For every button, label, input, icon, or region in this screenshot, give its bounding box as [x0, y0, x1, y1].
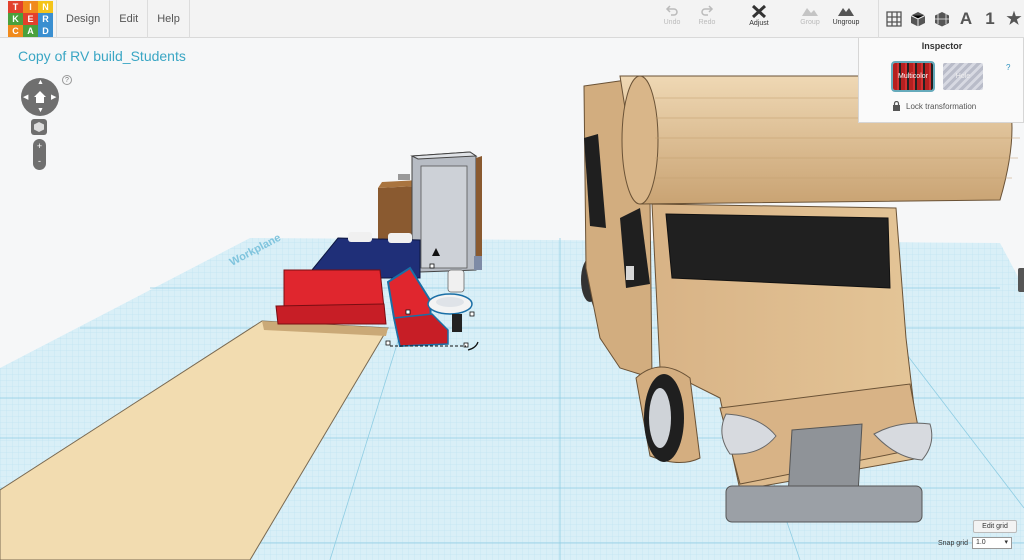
number-shape-icon[interactable]: 1 — [981, 9, 999, 28]
top-toolbar: TINKERCAD Design Edit Help Undo Redo Adj… — [0, 0, 1024, 38]
tinkercad-logo[interactable]: TIN KER CAD — [8, 1, 53, 37]
orbit-control[interactable]: ▲ ▼ ◀ ▶ — [21, 78, 59, 116]
lock-transformation-toggle[interactable]: Lock transformation — [892, 101, 976, 111]
menu-help[interactable]: Help — [148, 0, 190, 38]
inspector-help-icon[interactable]: ? — [1006, 63, 1010, 72]
orbit-right-icon[interactable]: ▶ — [51, 93, 56, 101]
undo-label: Undo — [663, 19, 681, 26]
ungroup-icon — [838, 8, 854, 16]
group-button[interactable]: Group — [790, 4, 830, 26]
logo-letter: N — [38, 1, 53, 13]
zoom-in-icon[interactable]: + — [33, 139, 46, 154]
hole-swatch[interactable]: Hole — [943, 63, 983, 90]
undo-icon — [665, 5, 678, 16]
lock-icon — [893, 101, 900, 111]
group-icon — [802, 8, 818, 16]
solid-color-swatch[interactable]: Multicolor — [891, 61, 935, 92]
edit-grid-button[interactable]: Edit grid — [973, 520, 1017, 533]
logo-letter: T — [8, 1, 23, 13]
orbit-down-icon[interactable]: ▼ — [37, 107, 44, 114]
fridge-cabinet[interactable] — [410, 151, 482, 273]
zoom-out-icon[interactable]: - — [33, 154, 46, 169]
logo-letter: C — [8, 25, 23, 37]
snap-grid-select[interactable]: 1.0 — [971, 537, 1012, 549]
help-icon[interactable]: ? — [62, 75, 72, 85]
undo-button[interactable]: Undo — [652, 4, 692, 26]
fit-view-button[interactable] — [31, 119, 47, 135]
logo-letter: E — [23, 13, 38, 25]
group-label: Group — [800, 19, 820, 26]
ungroup-label: Ungroup — [832, 19, 860, 26]
ungroup-button[interactable]: Ungroup — [826, 4, 866, 26]
main-menu: Design Edit Help — [56, 0, 190, 38]
logo-letter: I — [23, 1, 38, 13]
view-icons: A 1 ★ — [878, 0, 1023, 38]
redo-icon — [701, 5, 714, 16]
snap-grid-label: Snap grid — [938, 539, 968, 547]
orbit-left-icon[interactable]: ◀ — [23, 93, 28, 101]
logo-letter: K — [8, 13, 23, 25]
sphere-icon[interactable] — [933, 10, 951, 28]
grid-view-icon[interactable] — [885, 10, 903, 28]
inspector-panel: Inspector Multicolor Hole ? Lock transfo… — [858, 34, 1024, 123]
redo-label: Redo — [698, 19, 716, 26]
adjust-label: Adjust — [749, 20, 769, 27]
project-title[interactable]: Copy of RV build_Students — [18, 48, 186, 64]
snap-grid: Snap grid 1.0 — [938, 537, 1012, 549]
lock-label: Lock transformation — [906, 101, 977, 111]
adjust-icon — [751, 4, 767, 19]
tinkercad-editor: Workplane T I N K E R C A D Design Edit … — [0, 0, 1024, 560]
side-panel-tab[interactable] — [1018, 268, 1024, 292]
cube-icon — [34, 122, 44, 132]
text-shape-icon[interactable]: A — [957, 9, 975, 28]
logo-letter: R — [38, 13, 53, 25]
home-view-icon[interactable] — [33, 90, 47, 104]
menu-edit[interactable]: Edit — [110, 0, 149, 38]
star-icon[interactable]: ★ — [1005, 9, 1023, 28]
zoom-control: + - — [33, 139, 46, 170]
logo-letter: A — [23, 25, 38, 37]
adjust-button[interactable]: Adjust — [739, 4, 779, 27]
box-icon[interactable] — [909, 10, 927, 28]
orbit-up-icon[interactable]: ▲ — [37, 79, 44, 86]
red-sofa[interactable] — [275, 269, 387, 325]
menu-design[interactable]: Design — [56, 0, 111, 38]
redo-button[interactable]: Redo — [687, 4, 727, 26]
inspector-title: Inspector — [921, 41, 963, 51]
logo-letter: D — [38, 25, 53, 37]
